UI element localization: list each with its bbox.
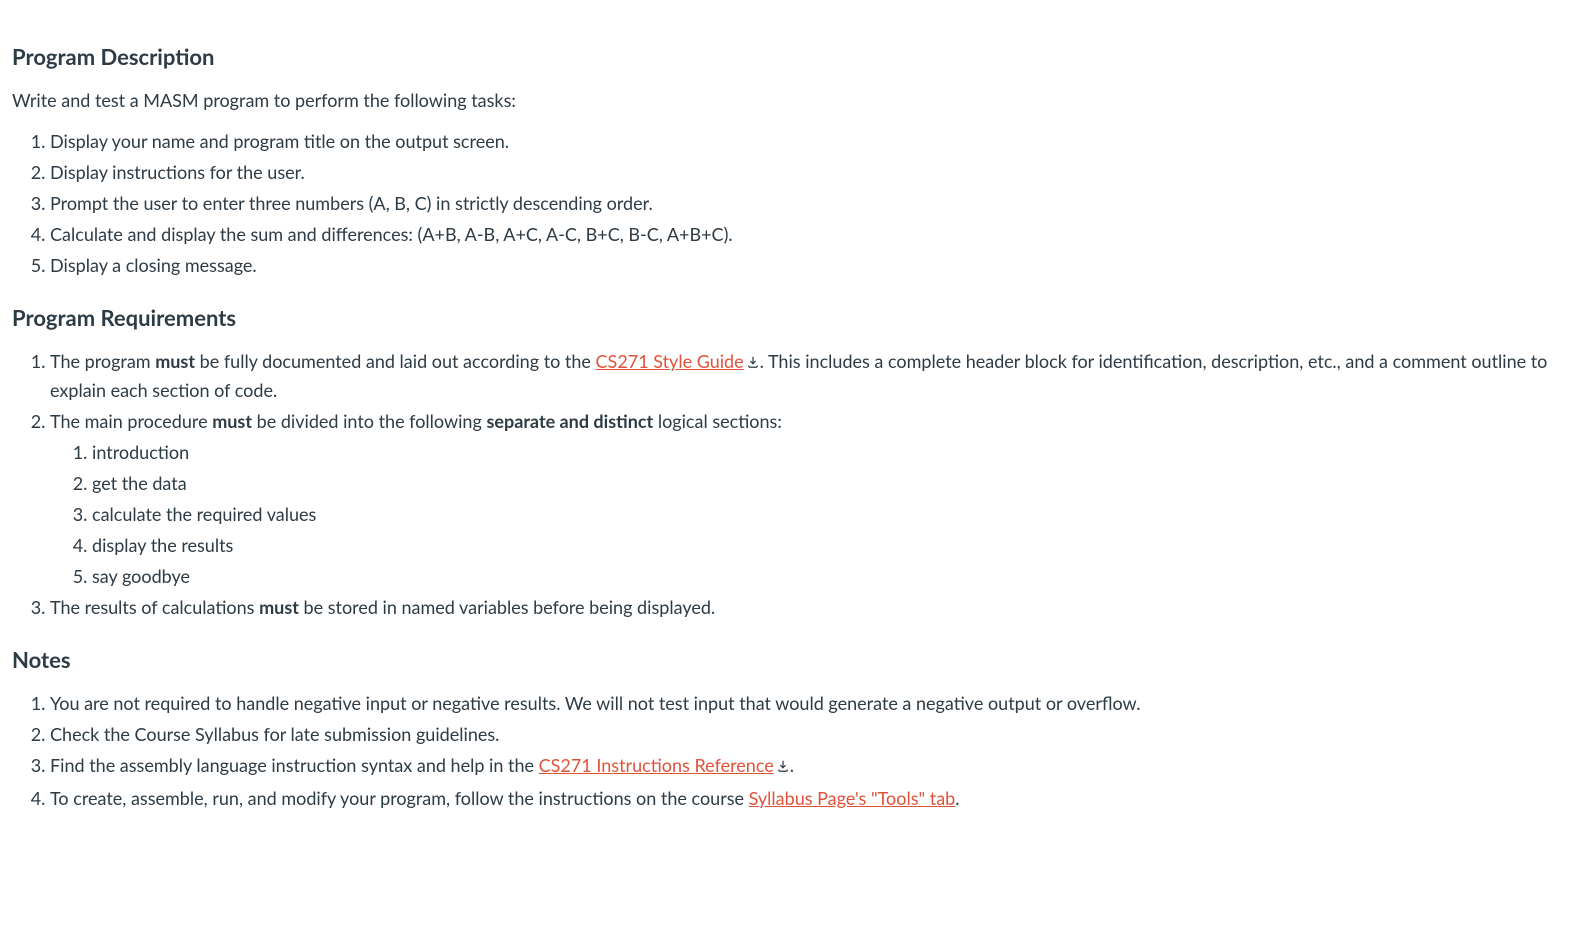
text: The main procedure xyxy=(50,410,212,432)
text: Find the assembly language instruction s… xyxy=(50,754,539,776)
text: be fully documented and laid out accordi… xyxy=(195,350,595,372)
link-syllabus-tools[interactable]: Syllabus Page's "Tools" tab xyxy=(749,787,956,809)
text: . xyxy=(955,787,959,809)
text: The results of calculations xyxy=(50,596,259,618)
list-item: Prompt the user to enter three numbers (… xyxy=(50,190,1571,217)
list-item: Check the Course Syllabus for late submi… xyxy=(50,721,1571,748)
sub-list: introduction get the data calculate the … xyxy=(50,439,1571,590)
text: be stored in named variables before bein… xyxy=(299,596,715,618)
list-item: The program must be fully documented and… xyxy=(50,348,1571,404)
download-icon[interactable] xyxy=(746,349,760,376)
bold-text: must xyxy=(212,410,252,432)
list-item: The results of calculations must be stor… xyxy=(50,594,1571,621)
link-style-guide[interactable]: CS271 Style Guide xyxy=(596,350,744,372)
list-item: Calculate and display the sum and differ… xyxy=(50,221,1571,248)
list-item: Display a closing message. xyxy=(50,252,1571,279)
text: . xyxy=(790,754,794,776)
list-item: To create, assemble, run, and modify you… xyxy=(50,785,1571,812)
bold-text: must xyxy=(155,350,195,372)
list-item: get the data xyxy=(92,470,1571,497)
text: The program xyxy=(50,350,155,372)
section-heading-notes: Notes xyxy=(12,643,1571,676)
list-item: calculate the required values xyxy=(92,501,1571,528)
list-item: Display instructions for the user. xyxy=(50,159,1571,186)
list-item: You are not required to handle negative … xyxy=(50,690,1571,717)
list-item: say goodbye xyxy=(92,563,1571,590)
text: be divided into the following xyxy=(252,410,486,432)
text: logical sections: xyxy=(653,410,782,432)
list-item: Find the assembly language instruction s… xyxy=(50,752,1571,781)
requirements-list: The program must be fully documented and… xyxy=(12,348,1571,621)
text: To create, assemble, run, and modify you… xyxy=(50,787,749,809)
download-icon[interactable] xyxy=(776,753,790,780)
link-instructions-reference[interactable]: CS271 Instructions Reference xyxy=(539,754,774,776)
notes-list: You are not required to handle negative … xyxy=(12,690,1571,812)
bold-text: separate and distinct xyxy=(486,410,653,432)
list-item: display the results xyxy=(92,532,1571,559)
list-item: The main procedure must be divided into … xyxy=(50,408,1571,590)
section-heading-description: Program Description xyxy=(12,40,1571,73)
section-heading-requirements: Program Requirements xyxy=(12,301,1571,334)
description-list: Display your name and program title on t… xyxy=(12,128,1571,279)
list-item: Display your name and program title on t… xyxy=(50,128,1571,155)
description-intro: Write and test a MASM program to perform… xyxy=(12,87,1571,114)
list-item: introduction xyxy=(92,439,1571,466)
bold-text: must xyxy=(259,596,299,618)
